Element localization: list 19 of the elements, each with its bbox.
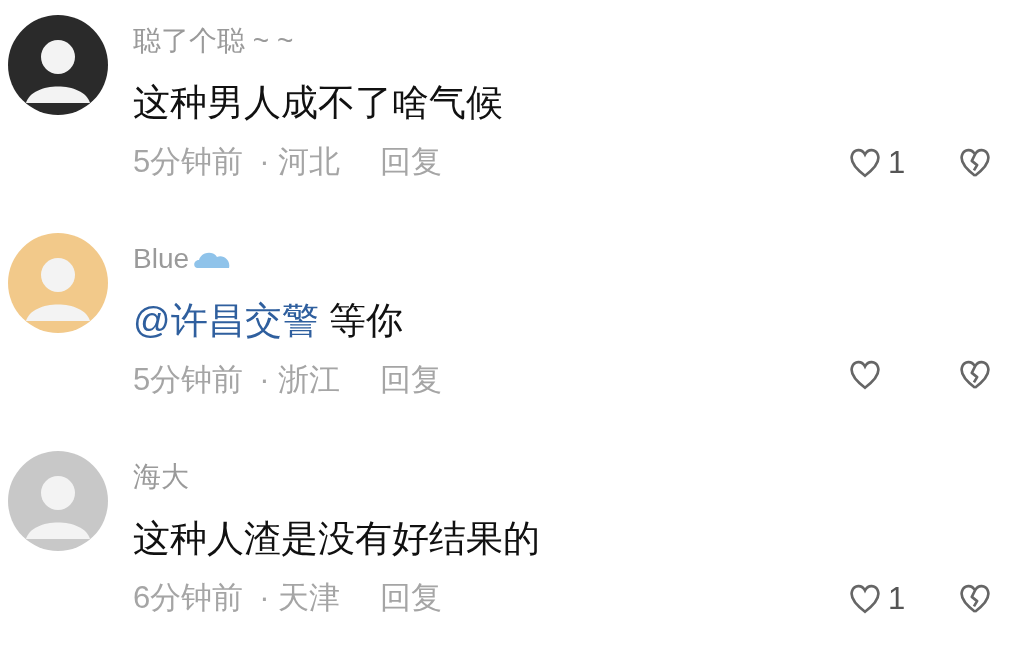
reply-link[interactable]: 回复 [380,143,443,181]
comment-time: 5分钟前 [133,143,244,181]
comment-time: 5分钟前 [133,361,244,399]
comment-time: 6分钟前 [133,579,244,617]
comment-text: 这种人渣是没有好结果的 [133,517,541,561]
like-count: 1 [888,144,906,182]
user-name: Blue [133,245,190,273]
heart-icon[interactable] [848,358,882,392]
reply-link[interactable]: 回复 [380,361,443,399]
comment-text: @许昌交警 等你 [133,299,404,343]
comment-text: 这种男人成不了啥气候 [133,81,504,125]
comment-location: · 浙江 [259,361,341,399]
avatar-icon[interactable] [8,15,108,115]
like-count: 1 [888,580,906,618]
comment-location: · 河北 [259,143,341,181]
user-name: 聪了个聪 ~ ~ [133,27,294,55]
comment-location: · 天津 [259,579,341,617]
user-name: 海大 [133,463,189,491]
reply-link[interactable]: 回复 [380,579,443,617]
